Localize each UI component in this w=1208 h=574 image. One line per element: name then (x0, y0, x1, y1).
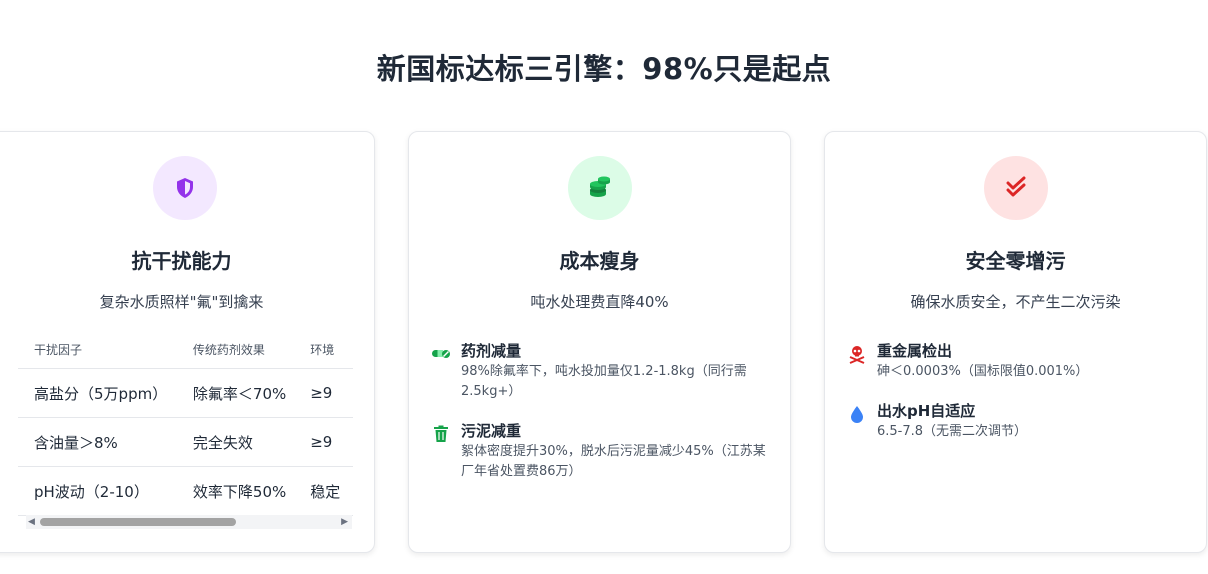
table-header-row: 干扰因子 传统药剂效果 环境 (18, 330, 353, 369)
interference-table: 干扰因子 传统药剂效果 环境 高盐分（5万ppm） 除氟率＜70% ≥9 含油量… (18, 330, 353, 516)
card-title: 成本瘦身 (559, 249, 640, 273)
feature-desc: 98%除氟率下，吨水投加量仅1.2-1.8kg（同行需2.5kg+） (461, 364, 747, 399)
table-cell: ≥9 (294, 417, 353, 467)
table-cell: 含油量＞8% (18, 417, 177, 467)
table-header: 传统药剂效果 (176, 330, 295, 369)
trash-icon (434, 425, 448, 442)
card-subtitle: 复杂水质照样"氟"到擒来 (99, 293, 264, 311)
scroll-left-icon[interactable]: ◀ (28, 517, 35, 527)
table-cell: 效率下降50% (176, 466, 295, 516)
water-drop-icon (851, 406, 863, 423)
card-title: 抗干扰能力 (131, 249, 232, 273)
table-cell: 完全失效 (176, 417, 295, 467)
feature-title: 重金属检出 (877, 342, 953, 360)
table-row: 含油量＞8% 完全失效 ≥9 (18, 417, 353, 467)
double-check-icon-circle (984, 156, 1048, 220)
coins-icon-circle (568, 156, 632, 220)
card-cost-reduction: 成本瘦身 吨水处理费直降40% 药剂减量 98%除氟率下，吨水投加量仅1.2-1… (408, 131, 791, 553)
feature-title: 污泥减重 (461, 422, 522, 440)
table-cell: 除氟率＜70% (176, 368, 295, 418)
table-row: pH波动（2-10） 效率下降50% 稳定 (18, 466, 353, 516)
feature-title: 出水pH自适应 (877, 402, 976, 420)
feature-desc: 絮体密度提升30%，脱水后污泥量减少45%（江苏某厂年省处置费86万） (461, 444, 766, 479)
horizontal-scrollbar[interactable]: ◀ ▶ (26, 515, 352, 529)
feature-desc: 砷＜0.0003%（国标限值0.001%） (877, 364, 1089, 379)
pills-icon (432, 350, 450, 358)
scroll-right-icon[interactable]: ▶ (341, 517, 348, 527)
card-subtitle: 确保水质安全，不产生二次污染 (910, 293, 1121, 311)
scrollbar-thumb[interactable] (40, 518, 236, 526)
card-anti-interference: 抗干扰能力 复杂水质照样"氟"到擒来 干扰因子 传统药剂效果 环境 高盐分（5万… (0, 131, 375, 553)
table-cell: ≥9 (294, 368, 353, 418)
card-safety: 安全零增污 确保水质安全，不产生二次污染 重金属检出 砷＜0.0003%（国标限… (824, 131, 1207, 553)
skull-crossbones-icon (849, 346, 865, 364)
table-cell: pH波动（2-10） (18, 466, 177, 516)
table-header: 环境 (294, 330, 353, 369)
card-title: 安全零增污 (965, 249, 1066, 273)
shield-icon-circle (153, 156, 217, 220)
double-check-icon (1006, 176, 1026, 197)
table-header: 干扰因子 (18, 330, 177, 369)
shield-icon (177, 178, 193, 198)
interference-table-scroll[interactable]: 干扰因子 传统药剂效果 环境 高盐分（5万ppm） 除氟率＜70% ≥9 含油量… (18, 330, 353, 520)
table-row: 高盐分（5万ppm） 除氟率＜70% ≥9 (18, 368, 353, 418)
coins-icon (590, 176, 610, 197)
feature-title: 药剂减量 (461, 342, 522, 360)
page-title: 新国标达标三引擎：98%只是起点 (376, 52, 832, 86)
table-cell: 高盐分（5万ppm） (18, 368, 177, 418)
card-subtitle: 吨水处理费直降40% (530, 293, 669, 311)
feature-desc: 6.5-7.8（无需二次调节） (877, 424, 1028, 439)
table-cell: 稳定 (294, 466, 353, 516)
